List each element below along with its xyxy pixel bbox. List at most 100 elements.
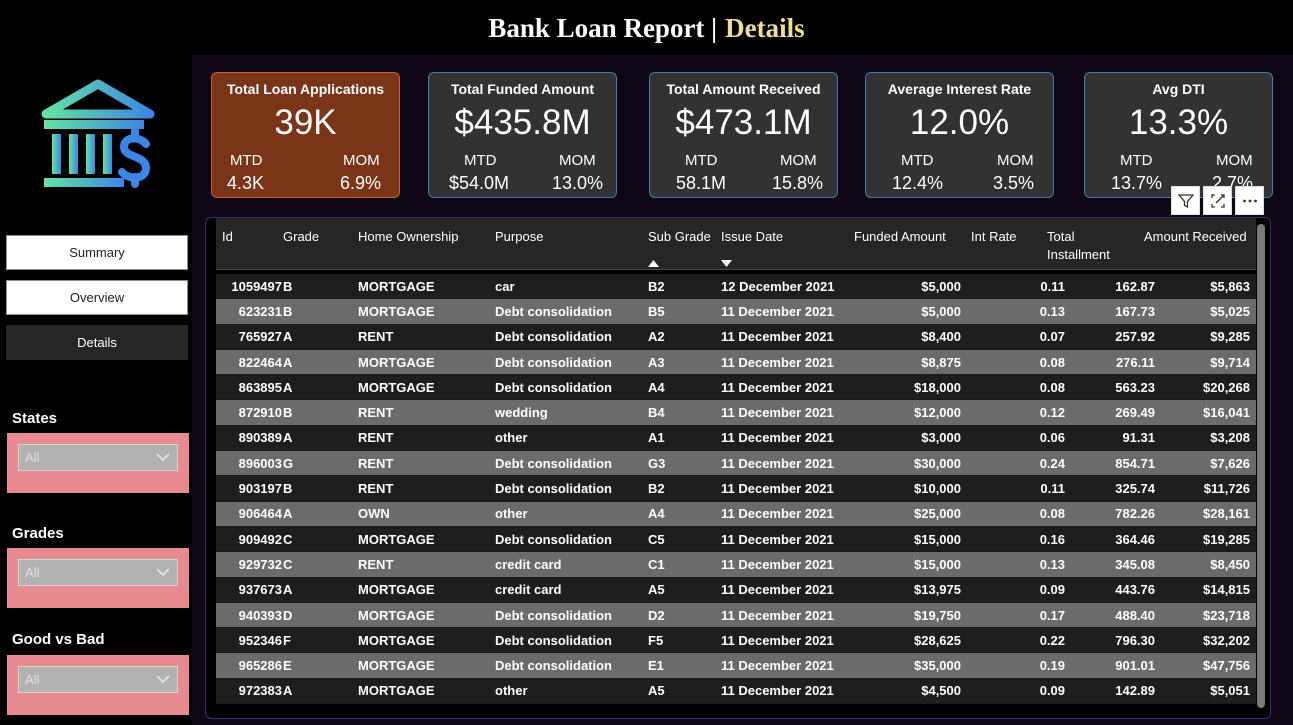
table-row[interactable]: 896003 G RENT Debt consolidation G3 11 Decemb… [216, 451, 1256, 477]
cell-amount-received: $5,025 [1210, 303, 1250, 319]
cell-funded-amount: $3,000 [921, 430, 961, 446]
cell-grade: A [283, 354, 293, 370]
table-row[interactable]: 929732 C RENT credit card C1 11 December 2021… [216, 552, 1256, 578]
cell-purpose: Debt consolidation [495, 354, 612, 370]
table-row[interactable]: 937673 A MORTGAGE credit card A5 11 December … [216, 577, 1256, 603]
cell-grade: E [283, 658, 292, 674]
page-title-accent: Details [725, 12, 805, 43]
cell-grade: F [283, 632, 291, 648]
table-row[interactable]: 872910 B RENT wedding B4 11 December 2021 $12,… [216, 400, 1256, 426]
cell-id: 937673 [238, 582, 282, 598]
cell-grade: A [283, 683, 293, 699]
kpi-card-total-loan-applications[interactable]: Total Loan Applications 39K MTD MOM 4.3K… [211, 72, 400, 198]
sort-descending-icon[interactable] [721, 260, 732, 267]
table-row[interactable]: 765927 A RENT Debt consolidation A2 11 Decemb… [216, 324, 1256, 350]
kpi-mom-value: 3.5% [993, 173, 1035, 193]
table-row[interactable]: 972383 A MORTGAGE other A5 11 December 2021 $4… [216, 678, 1256, 705]
table-row[interactable]: 909492 C MORTGAGE Debt consolidation C5 11 De… [216, 526, 1256, 553]
states-dropdown[interactable]: All [18, 444, 178, 471]
cell-total-installment: 91.31 [1122, 430, 1155, 446]
cell-issue-date: 11 December 2021 [721, 455, 834, 471]
grades-dropdown-value: All [25, 565, 40, 580]
cell-amount-received: $28,161 [1203, 506, 1250, 522]
cell-id: 896003 [238, 455, 282, 471]
cell-total-installment: 796.30 [1115, 632, 1155, 648]
table-row[interactable]: 1059497 B MORTGAGE car B2 12 December 2021 $5,… [216, 274, 1256, 300]
cell-total-installment: 269.49 [1115, 405, 1155, 421]
cell-id: 940393 [238, 607, 282, 623]
cell-grade: G [283, 455, 294, 471]
cell-amount-received: $19,285 [1203, 531, 1250, 547]
cell-total-installment: 276.11 [1115, 354, 1155, 370]
column-header-home-ownership[interactable]: Home Ownership [358, 228, 458, 246]
cell-amount-received: $47,756 [1203, 658, 1250, 674]
cell-sub-grade: C1 [648, 556, 665, 572]
table-row[interactable]: 890389 A RENT other A1 11 December 2021 $3,000… [216, 425, 1256, 452]
kpi-value: 12.0% [909, 103, 1010, 142]
cell-int-rate: 0.08 [1039, 379, 1065, 395]
cell-amount-received: $32,202 [1203, 632, 1250, 648]
cell-id: 903197 [238, 481, 282, 497]
more-options-icon[interactable] [1235, 186, 1264, 215]
kpi-card-avg-dti[interactable]: Avg DTI 13.3% MTD MOM 13.7% 2.7% [1084, 72, 1273, 198]
sort-ascending-icon[interactable] [648, 260, 659, 267]
cell-amount-received: $5,863 [1210, 278, 1250, 294]
cell-funded-amount: $18,000 [914, 379, 961, 395]
cell-int-rate: 0.12 [1039, 405, 1065, 421]
cell-grade: C [283, 531, 293, 547]
filter-icon[interactable] [1171, 186, 1200, 215]
vertical-scrollbar[interactable] [1257, 224, 1265, 708]
nav-summary-button[interactable]: Summary [6, 235, 188, 270]
scrollbar-thumb[interactable] [1257, 224, 1265, 708]
cell-issue-date: 11 December 2021 [721, 481, 834, 497]
kpi-mom-value: 6.9% [340, 173, 382, 193]
cell-int-rate: 0.11 [1040, 278, 1065, 294]
table-row[interactable]: 822464 A MORTGAGE Debt consolidation A3 11 De… [216, 349, 1256, 376]
table-row[interactable]: 863895 A MORTGAGE Debt consolidation A4 11 De… [216, 375, 1256, 401]
cell-int-rate: 0.22 [1039, 632, 1065, 648]
cell-grade: A [283, 506, 293, 522]
kpi-card-average-interest-rate[interactable]: Average Interest Rate 12.0% MTD MOM 12.4… [865, 72, 1054, 198]
cell-home-ownership: MORTGAGE [358, 632, 435, 648]
cell-int-rate: 0.13 [1039, 303, 1065, 319]
table-row[interactable]: 965286 E MORTGAGE Debt consolidation E1 11 De… [216, 653, 1256, 679]
focus-mode-icon[interactable] [1203, 186, 1232, 215]
column-header-funded-amount[interactable]: Funded Amount [854, 228, 946, 246]
cell-funded-amount: $5,000 [921, 278, 961, 294]
page-title-main: Bank Loan Report | [488, 12, 718, 43]
grades-dropdown[interactable]: All [18, 559, 178, 586]
cell-id: 1059497 [231, 278, 282, 294]
column-header-issue-date[interactable]: Issue Date [721, 228, 783, 246]
column-header-grade[interactable]: Grade [283, 228, 319, 246]
column-header-purpose[interactable]: Purpose [495, 228, 543, 246]
cell-issue-date: 11 December 2021 [721, 506, 834, 522]
cell-home-ownership: MORTGAGE [358, 607, 435, 623]
column-header-id[interactable]: Id [222, 228, 233, 246]
good-vs-bad-dropdown[interactable]: All [18, 666, 178, 693]
column-header-int-rate[interactable]: Int Rate [971, 228, 1017, 246]
states-slicer: All [7, 433, 189, 493]
table-row[interactable]: 903197 B RENT Debt consolidation B2 11 Decemb… [216, 476, 1256, 502]
cell-funded-amount: $25,000 [914, 506, 961, 522]
nav-overview-button[interactable]: Overview [6, 280, 188, 315]
details-table[interactable]: Id Grade Home Ownership Purpose Sub Grad… [205, 217, 1271, 719]
column-header-total-installment[interactable]: Total Installment [1047, 228, 1110, 264]
chevron-down-icon [156, 453, 170, 462]
cell-id: 972383 [238, 683, 282, 699]
cell-purpose: credit card [495, 582, 562, 598]
cell-home-ownership: MORTGAGE [358, 683, 435, 699]
kpi-card-total-funded-amount[interactable]: Total Funded Amount $435.8M MTD MOM $54.… [428, 72, 617, 198]
table-row[interactable]: 940393 D MORTGAGE Debt consolidation D2 11 De… [216, 602, 1256, 629]
nav-details-button[interactable]: Details [6, 325, 188, 360]
kpi-mtd-label: MTD [901, 152, 934, 169]
kpi-value: 39K [274, 103, 337, 142]
table-row[interactable]: 906464 A OWN other A4 11 December 2021 $25,000… [216, 501, 1256, 527]
column-header-amount-received[interactable]: Amount Received [1144, 228, 1247, 246]
cell-sub-grade: A4 [648, 379, 665, 395]
cell-amount-received: $11,726 [1203, 481, 1250, 497]
kpi-card-total-amount-received[interactable]: Total Amount Received $473.1M MTD MOM 58… [649, 72, 838, 198]
column-header-sub-grade[interactable]: Sub Grade [648, 228, 711, 246]
cell-purpose: Debt consolidation [495, 607, 612, 623]
table-row[interactable]: 623231 B MORTGAGE Debt consolidation B5 11 De… [216, 299, 1256, 325]
table-row[interactable]: 952346 F MORTGAGE Debt consolidation F5 11 De… [216, 628, 1256, 654]
